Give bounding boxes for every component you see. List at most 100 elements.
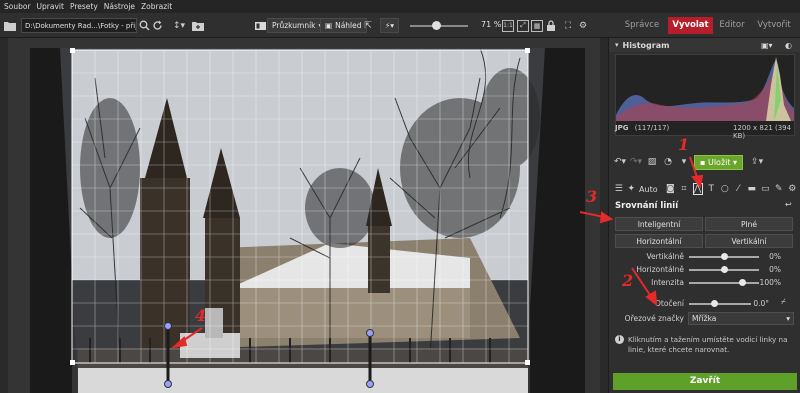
menu-upravit[interactable]: Upravit <box>37 2 64 11</box>
flash-dropdown[interactable]: ⚡ ▾ <box>380 18 400 33</box>
annotation-2: 2 <box>622 271 634 290</box>
intensity-slider-value: 100% <box>759 278 781 287</box>
settings-icon[interactable]: ⚙ <box>577 18 589 33</box>
browser-label: Průzkumník <box>272 21 316 30</box>
reset-icon[interactable]: ◔ <box>662 156 674 168</box>
browser-mode-icon <box>255 18 266 33</box>
camera-icon[interactable]: ◙ <box>666 183 676 195</box>
text-icon[interactable]: T <box>707 183 717 195</box>
image-icon: ▣ <box>325 21 333 30</box>
crop-marks-value: Mřížka <box>692 314 717 323</box>
rotation-slider-knob[interactable] <box>711 300 718 307</box>
histogram-settings-icon[interactable]: ◐ <box>785 41 792 50</box>
histogram-title: Histogram <box>622 40 670 50</box>
save-button[interactable]: ▪ Uložit ▾ <box>694 154 744 170</box>
file-count: (117/117) <box>634 124 670 132</box>
chevron-down-icon: ▾ <box>390 21 395 30</box>
refresh-icon[interactable] <box>152 18 163 33</box>
adjustments-icon[interactable]: ☰ <box>614 183 624 195</box>
search-icon[interactable] <box>139 18 150 33</box>
toolbar: D:\Dokumenty Rad...\Fotky - přijaté ↕▾ P… <box>0 13 800 38</box>
save-icon: ▪ <box>700 157 708 167</box>
edit-actions-row: ↶▾ ↷▾ ▨ ◔ ▾ ▪ Uložit ▾ ⇪▾ <box>609 154 800 170</box>
actual-size-icon[interactable]: 1:1 <box>502 18 514 33</box>
eraser-icon[interactable]: ▭ <box>761 183 771 195</box>
menu-presety[interactable]: Presety <box>70 2 98 11</box>
copy-icon[interactable]: ▾ <box>678 156 690 168</box>
compare-icon[interactable]: ▨ <box>646 156 658 168</box>
brush-icon[interactable]: ⁄ <box>734 183 744 195</box>
lock-icon[interactable] <box>546 18 556 33</box>
pen-icon[interactable]: ✎ <box>774 183 784 195</box>
file-dimensions: 1200 x 821 (394 KB) <box>733 124 792 140</box>
horizontal-slider-value: 0% <box>769 265 781 274</box>
sort-icon[interactable]: ↕▾ <box>170 18 188 33</box>
rotation-slider-label: Otočení <box>654 299 684 308</box>
auto-icon[interactable]: ✦ <box>628 183 636 195</box>
line-straighten-icon[interactable]: ⋀ <box>692 183 703 195</box>
chevron-down-icon: ▾ <box>786 314 790 323</box>
gradient-icon[interactable]: ▬ <box>747 183 757 195</box>
develop-panel: ▾ Histogram ▣▾ ◐ JPG (117/117) 1200 x 82… <box>608 38 800 393</box>
tab-vytvorit[interactable]: Vytvořit <box>754 17 794 34</box>
back-icon[interactable]: ↩ <box>785 200 792 209</box>
tab-spravce[interactable]: Správce <box>622 17 662 34</box>
level-icon[interactable]: ⌿ <box>781 297 786 307</box>
photo-scene <box>30 47 585 393</box>
folder-icon[interactable] <box>4 18 16 33</box>
vertical-slider-value: 0% <box>769 252 781 261</box>
photo-canvas[interactable]: 4 <box>0 38 608 393</box>
vertical-slider-knob[interactable] <box>721 253 728 260</box>
intensity-slider-knob[interactable] <box>739 279 746 286</box>
undo-icon[interactable]: ↶▾ <box>614 156 626 168</box>
collapse-icon[interactable]: ▾ <box>615 41 619 49</box>
tools-row: ☰ ✦ Auto ◙ ⌗ ⋀ T ○ ⁄ ▬ ▭ ✎ ⚙ <box>609 181 800 197</box>
preview-button[interactable]: ▣ Náhled <box>320 18 367 33</box>
vertical-button[interactable]: Vertikální <box>705 234 793 248</box>
file-format-label: JPG <box>615 124 629 132</box>
menu-nastroje[interactable]: Nástroje <box>104 2 135 11</box>
fullscreen-icon[interactable]: ⛶ <box>562 18 574 33</box>
horizontal-slider-label: Horizontálně <box>636 265 684 274</box>
rotation-slider[interactable] <box>689 303 751 305</box>
annotation-4: 4 <box>195 306 207 325</box>
external-open-icon[interactable]: ⇱ <box>362 18 374 33</box>
annotation-1: 1 <box>678 135 690 154</box>
rotation-value: 0.0° <box>753 299 769 308</box>
horizontal-button[interactable]: Horizontální <box>615 234 703 248</box>
tool-info-text: Kliknutím a tažením umístěte vodicí link… <box>628 335 788 354</box>
browser-dropdown[interactable]: Průzkumník ▾ <box>267 18 328 33</box>
intensity-slider-label: Intenzita <box>651 278 684 287</box>
new-folder-icon[interactable] <box>192 18 204 33</box>
annotation-3: 3 <box>586 187 598 206</box>
fit-icon[interactable]: ⤢ <box>517 18 529 33</box>
auto-label[interactable]: Auto <box>639 185 658 194</box>
right-panel-grip[interactable] <box>600 38 608 393</box>
menu-bar: Soubor Upravit Presety Nástroje Zobrazit <box>0 0 800 13</box>
tab-editor[interactable]: Editor <box>716 17 748 34</box>
zoom-value: 71 % <box>481 20 502 29</box>
crop-marks-label: Ořezové značky <box>624 314 684 323</box>
tab-vyvolat[interactable]: Vyvolat <box>668 17 713 34</box>
path-field[interactable]: D:\Dokumenty Rad...\Fotky - přijaté <box>21 18 137 33</box>
export-icon[interactable]: ⇪▾ <box>751 156 763 168</box>
close-button[interactable]: Zavřít <box>613 373 797 390</box>
redo-icon[interactable]: ↷▾ <box>630 156 642 168</box>
crop-marks-select[interactable]: Mřížka ▾ <box>688 312 794 325</box>
info-icon: i <box>615 335 624 344</box>
tool-title: Srovnání linií <box>615 201 679 211</box>
gear-icon[interactable]: ⚙ <box>788 183 798 195</box>
intensity-slider[interactable] <box>689 282 759 284</box>
horizontal-slider-knob[interactable] <box>721 266 728 273</box>
intelligent-button[interactable]: Inteligentní <box>615 217 703 231</box>
histogram-header[interactable]: ▾ Histogram ▣▾ ◐ <box>609 38 800 52</box>
menu-soubor[interactable]: Soubor <box>4 2 31 11</box>
zoom-slider-knob[interactable] <box>432 21 441 30</box>
menu-zobrazit[interactable]: Zobrazit <box>141 2 172 11</box>
crop-icon[interactable]: ⌗ <box>679 183 689 195</box>
layout-icon[interactable]: ▦ <box>531 18 543 33</box>
circle-icon[interactable]: ○ <box>720 183 730 195</box>
full-button[interactable]: Plné <box>705 217 793 231</box>
preview-label: Náhled <box>335 21 362 30</box>
histogram-mode-icon[interactable]: ▣▾ <box>761 41 773 50</box>
